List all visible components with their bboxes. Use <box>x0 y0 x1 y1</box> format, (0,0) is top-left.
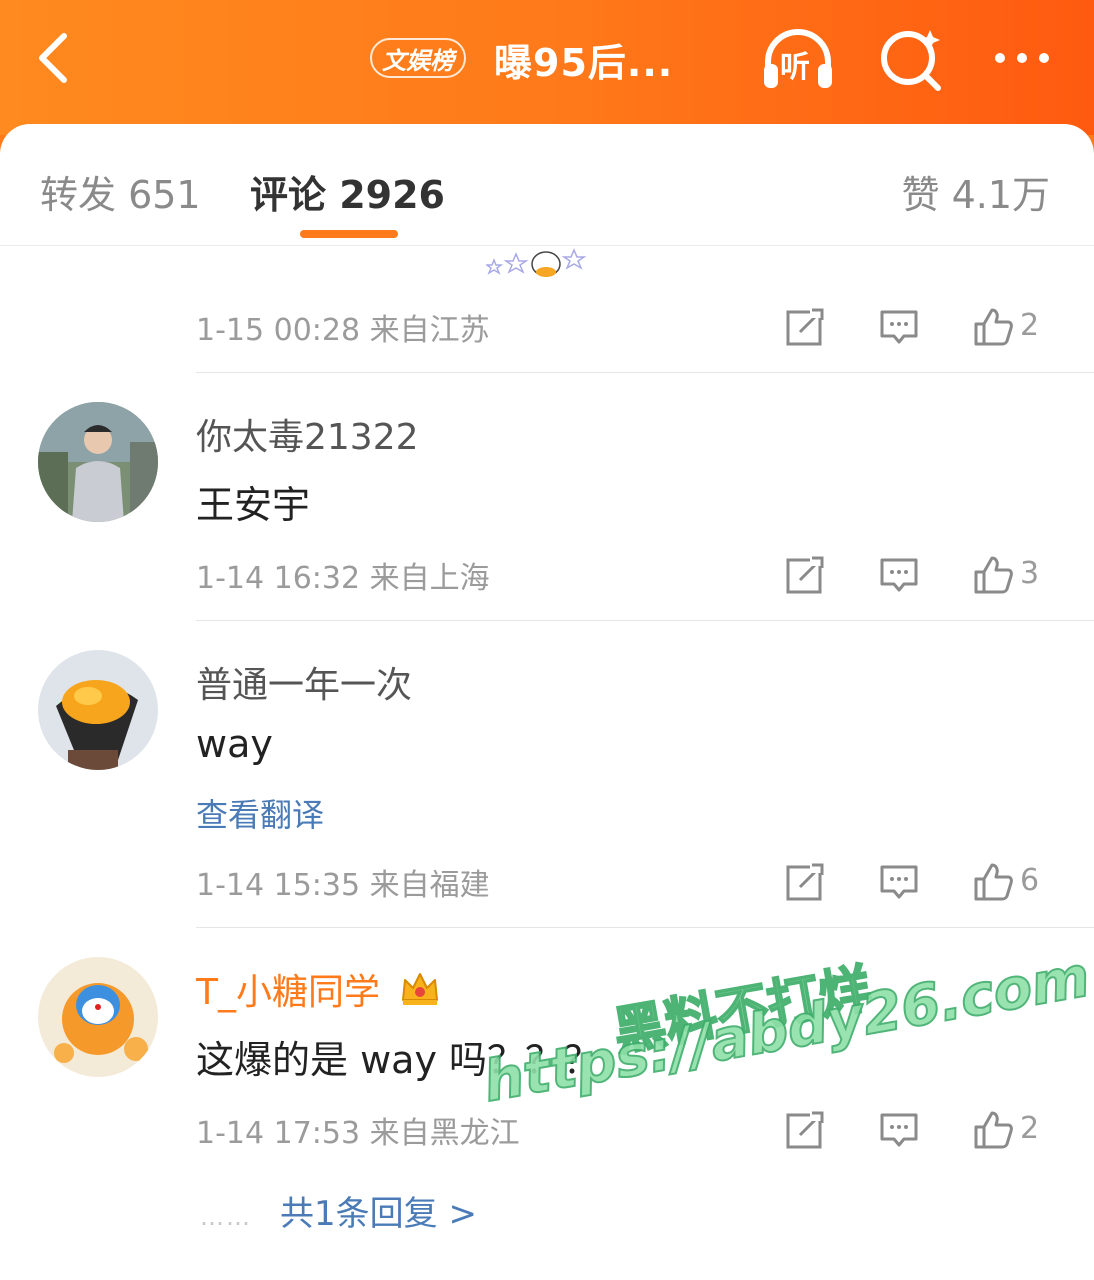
comment-icon[interactable] <box>878 861 920 903</box>
comment-content: 这爆的是 way 吗？？？ <box>196 1038 602 1082</box>
like-count: 6 <box>1020 863 1040 898</box>
avatar[interactable] <box>38 402 158 522</box>
tab-repost[interactable]: 转发 651 <box>40 164 201 219</box>
more-button[interactable] <box>986 24 1066 94</box>
comments-card: 转发 651 评论 2926 赞 4.1万 1-15 00:28 来自江苏 2 … <box>0 124 1094 1280</box>
comment-meta: 1-14 16:32 来自上海 3 <box>196 550 1054 600</box>
divider <box>196 927 1094 928</box>
search-icon <box>881 30 941 91</box>
comment-time-location: 1-14 17:53 来自黑龙江 <box>196 1116 520 1151</box>
page-title: 曝95后... <box>494 41 674 85</box>
tab-comment[interactable]: 评论 2926 <box>250 164 445 219</box>
divider <box>196 372 1094 373</box>
comment-username-text: T_小糖同学 <box>196 972 380 1013</box>
sticker-image <box>486 248 587 277</box>
comment-username[interactable]: 你太毒21322 <box>196 408 419 460</box>
comment-content: way <box>196 722 273 766</box>
comment-actions: 2 <box>754 1105 1054 1155</box>
like-count: 3 <box>1020 556 1040 591</box>
share-icon[interactable] <box>784 306 826 348</box>
comment-actions: 2 <box>754 302 1054 352</box>
reply-summary: 共1条回复 > <box>280 1194 477 1234</box>
comment-actions: 3 <box>754 550 1054 600</box>
share-icon[interactable] <box>784 861 826 903</box>
comment-content: 王安宇 <box>196 483 311 527</box>
comment-icon[interactable] <box>878 554 920 596</box>
search-button[interactable] <box>872 24 952 94</box>
crown-badge-icon <box>402 973 439 1005</box>
avatar-image <box>38 957 158 1077</box>
back-button[interactable] <box>28 28 88 88</box>
more-dots-icon <box>995 53 1049 63</box>
share-icon[interactable] <box>784 1109 826 1151</box>
divider <box>196 620 1094 621</box>
avatar-image <box>38 402 158 522</box>
comment-username[interactable]: 普通一年一次 <box>196 656 412 708</box>
comment-icon[interactable] <box>878 306 920 348</box>
tab-bar: 转发 651 评论 2926 赞 4.1万 <box>0 124 1094 246</box>
comment-time-location: 1-15 00:28 来自江苏 <box>196 313 490 348</box>
listen-button[interactable]: 听 <box>758 24 838 94</box>
comment-meta: 1-14 17:53 来自黑龙江 2 <box>196 1105 1054 1155</box>
listen-label: 听 <box>780 50 810 85</box>
top-bar: 文娱榜 曝95后... 听 <box>0 0 1094 135</box>
comment-username[interactable]: T_小糖同学 <box>196 963 441 1015</box>
comment-actions: 6 <box>754 857 1054 907</box>
avatar[interactable] <box>38 650 158 770</box>
hot-list-tag[interactable]: 文娱榜 <box>370 38 466 78</box>
share-icon[interactable] <box>784 554 826 596</box>
ellipsis-dots: …… <box>200 1203 252 1231</box>
thumbs-up-icon[interactable] <box>972 1109 1014 1151</box>
avatar-image <box>38 650 158 770</box>
view-replies-link[interactable]: …… 共1条回复 > <box>200 1186 477 1235</box>
chevron-left-icon <box>39 33 67 83</box>
avatar[interactable] <box>38 957 158 1077</box>
thumbs-up-icon[interactable] <box>972 554 1014 596</box>
comment-icon[interactable] <box>878 1109 920 1151</box>
tab-like[interactable]: 赞 4.1万 <box>901 164 1050 219</box>
comment-meta: 1-14 15:35 来自福建 6 <box>196 857 1054 907</box>
thumbs-up-icon[interactable] <box>972 861 1014 903</box>
comment-meta: 1-15 00:28 来自江苏 2 <box>196 302 1054 352</box>
tab-indicator <box>300 230 398 238</box>
comment-time-location: 1-14 16:32 来自上海 <box>196 561 490 596</box>
thumbs-up-icon[interactable] <box>972 306 1014 348</box>
like-count: 2 <box>1020 308 1040 343</box>
like-count: 2 <box>1020 1111 1040 1146</box>
comment-time-location: 1-14 15:35 来自福建 <box>196 868 490 903</box>
translate-link[interactable]: 查看翻译 <box>196 790 324 836</box>
